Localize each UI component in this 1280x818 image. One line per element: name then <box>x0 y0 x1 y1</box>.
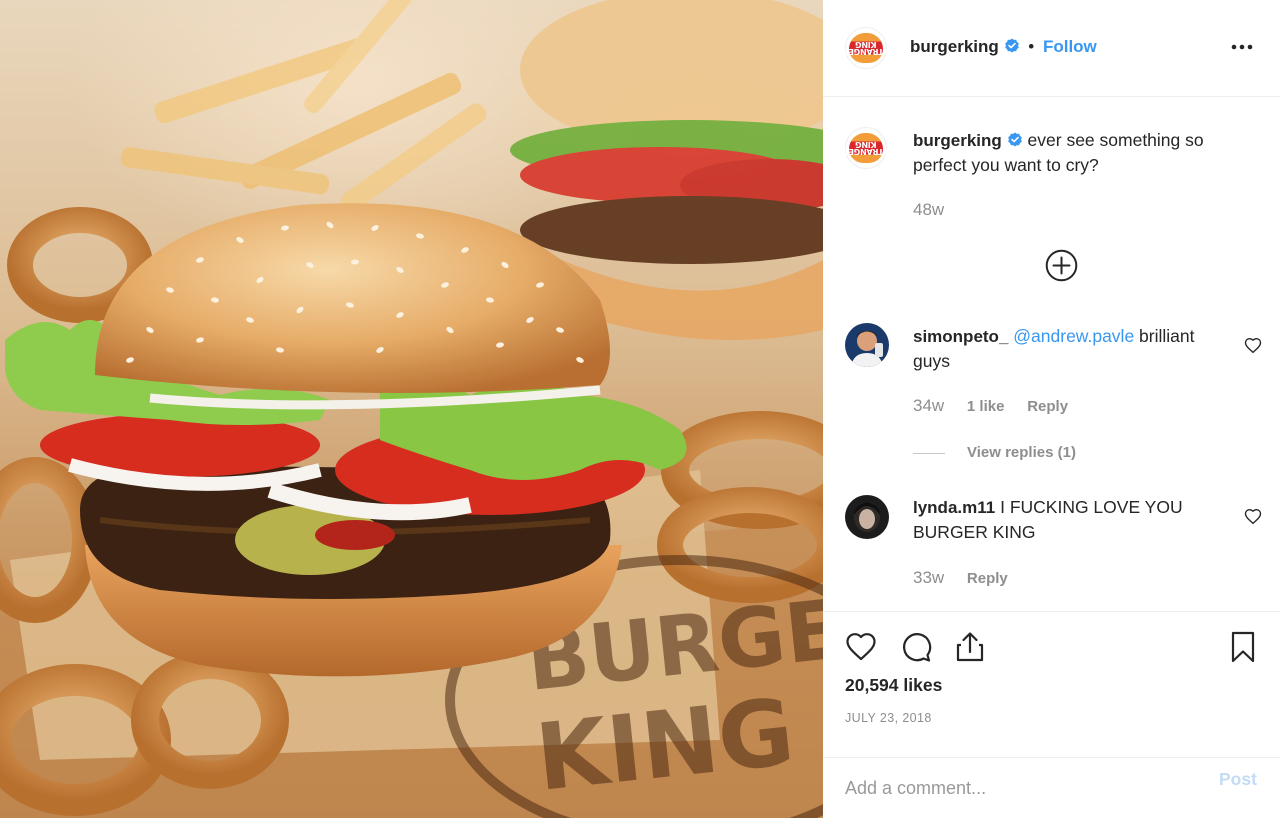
verified-badge-icon <box>1004 38 1019 53</box>
replies-divider <box>913 452 945 454</box>
likes-count[interactable]: 20,594 likes <box>845 675 942 696</box>
commenter-username[interactable]: lynda.m11 <box>913 498 995 517</box>
avatar-logo: STRANGER KING <box>843 33 889 63</box>
reply-button[interactable]: Reply <box>967 570 1008 587</box>
avatar-logo-text: STRANGER KING <box>842 140 890 156</box>
post-actions: 20,594 likes JULY 23, 2018 <box>823 611 1280 757</box>
commenter-avatar[interactable] <box>845 495 889 539</box>
caption-text: burgerking ever see something so perfect… <box>913 128 1233 178</box>
verified-badge-icon <box>1007 132 1022 147</box>
more-icon[interactable] <box>1221 36 1269 58</box>
comment-text: simonpeto_ @andrew.pavle brilliant guys <box>913 324 1233 374</box>
heart-icon[interactable] <box>844 630 878 664</box>
caption-username[interactable]: burgerking <box>913 131 1002 150</box>
comment-icon[interactable] <box>899 630 933 664</box>
load-more-comments-icon[interactable] <box>1045 249 1078 282</box>
comment-mention[interactable]: @andrew.pavle <box>1013 326 1134 346</box>
comments-section: STRANGER KING burgerking ever see someth… <box>823 97 1280 611</box>
burger-photo-illustration: BURGER KING <box>0 0 823 818</box>
post-side-panel: STRANGER KING burgerking • Follow STRANG… <box>823 0 1280 818</box>
follow-button[interactable]: Follow <box>1043 37 1097 56</box>
comment-meta: 34w 1 like Reply <box>913 396 1068 416</box>
caption-age[interactable]: 48w <box>913 200 944 219</box>
avatar-logo-text: STRANGER KING <box>842 40 890 56</box>
view-replies-label: View replies (1) <box>967 444 1076 461</box>
author-avatar[interactable]: STRANGER KING <box>843 27 889 69</box>
comment-age[interactable]: 33w <box>913 568 944 587</box>
comment-meta: 33w Reply <box>913 568 1008 588</box>
reply-button[interactable]: Reply <box>1027 398 1068 415</box>
caption-avatar[interactable]: STRANGER KING <box>843 127 889 169</box>
add-comment-bar: Post <box>823 757 1280 818</box>
avatar-logo: STRANGER KING <box>843 133 889 163</box>
post-header: STRANGER KING burgerking • Follow <box>823 0 1280 97</box>
header-line: burgerking • Follow <box>910 37 1097 57</box>
user-photo-icon <box>845 323 889 367</box>
comment-input[interactable] <box>845 768 1195 808</box>
like-comment-heart-icon[interactable] <box>1244 337 1262 355</box>
like-comment-heart-icon[interactable] <box>1244 508 1262 526</box>
comment-age[interactable]: 34w <box>913 396 944 415</box>
view-replies-button[interactable]: View replies (1) <box>913 444 1076 461</box>
separator-dot: • <box>1028 37 1035 56</box>
commenter-username[interactable]: simonpeto_ <box>913 327 1008 346</box>
post-date[interactable]: JULY 23, 2018 <box>845 711 932 725</box>
commenter-avatar[interactable] <box>845 323 889 367</box>
author-username[interactable]: burgerking <box>910 37 999 56</box>
comment-text: lynda.m11 I FUCKING LOVE YOU BURGER KING <box>913 495 1233 545</box>
user-photo-icon <box>845 495 889 539</box>
post-photo[interactable]: BURGER KING <box>0 0 823 818</box>
bookmark-icon[interactable] <box>1226 630 1260 664</box>
post-comment-button[interactable]: Post <box>1219 769 1257 790</box>
caption-meta: 48w <box>913 200 944 220</box>
share-icon[interactable] <box>953 630 987 664</box>
comment-likes[interactable]: 1 like <box>967 398 1005 415</box>
